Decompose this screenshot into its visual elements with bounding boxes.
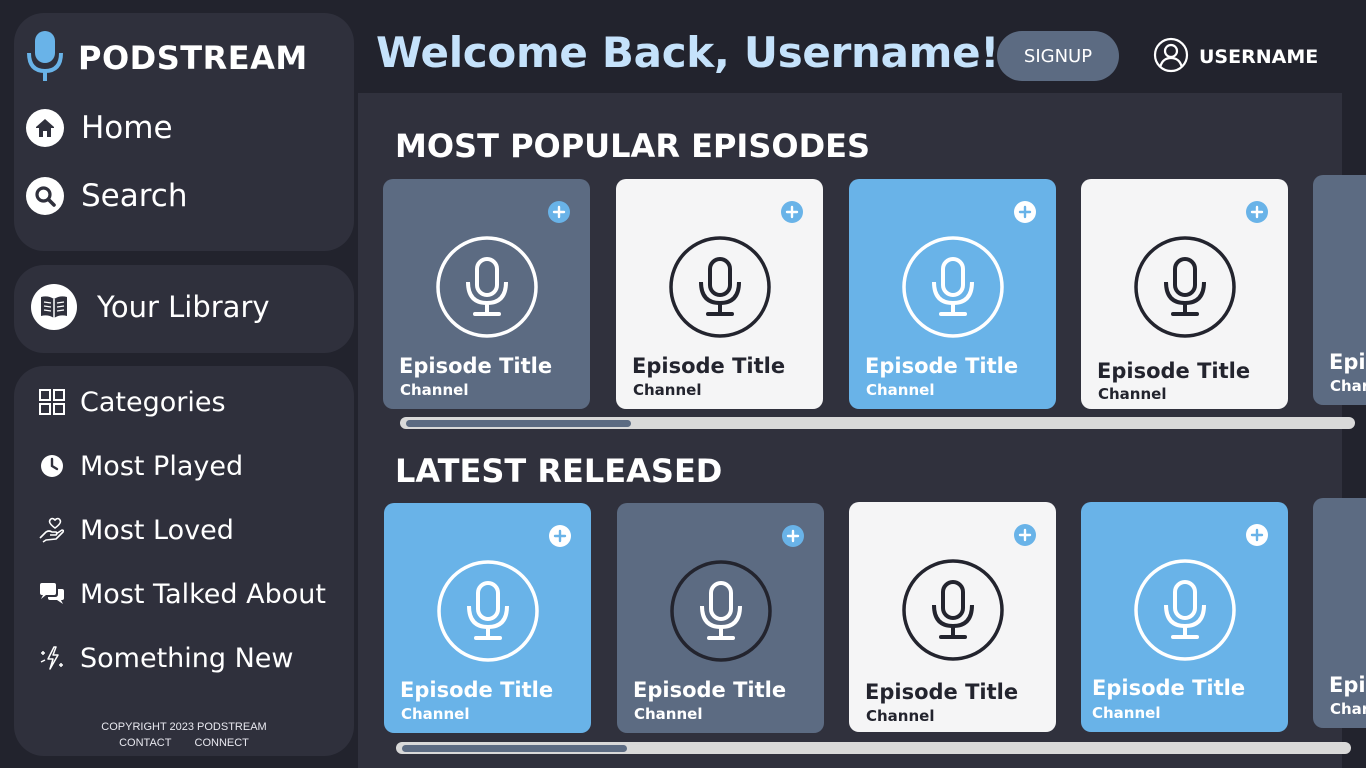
- sidebar-item-label: Search: [81, 178, 188, 214]
- sidebar-item-label: Your Library: [97, 290, 270, 324]
- grid-icon: [36, 386, 68, 418]
- sidebar-item-label: Most Talked About: [80, 578, 326, 610]
- microphone-icon: [436, 559, 540, 663]
- episode-card[interactable]: Episode Title Channel: [849, 179, 1056, 409]
- app-name: PODSTREAM: [78, 39, 308, 77]
- episode-title: Episode Title: [1092, 676, 1246, 700]
- episode-channel: Channel: [866, 381, 935, 399]
- microphone-icon: [1133, 558, 1237, 662]
- user-avatar-icon: [1153, 37, 1189, 77]
- add-icon[interactable]: [1246, 524, 1268, 546]
- episode-channel: Channel: [401, 705, 470, 723]
- sidebar-main-panel: PODSTREAM Home Search: [14, 13, 354, 251]
- episode-title: Epi: [1329, 350, 1366, 374]
- add-icon[interactable]: [782, 525, 804, 547]
- sidebar-item-most-played[interactable]: Most Played: [36, 450, 243, 482]
- microphone-logo-icon: [26, 29, 64, 87]
- connect-link[interactable]: CONNECT: [195, 737, 249, 749]
- sidebar-item-home[interactable]: Home: [26, 109, 173, 147]
- episode-card-partial[interactable]: Epi Char: [1313, 175, 1366, 405]
- sidebar-item-most-loved[interactable]: Most Loved: [36, 514, 234, 546]
- username-label: USERNAME: [1199, 46, 1319, 68]
- episode-title: Episode Title: [865, 680, 1019, 704]
- episode-card[interactable]: Episode Title Channel: [616, 179, 823, 409]
- add-icon[interactable]: [549, 525, 571, 547]
- episode-card[interactable]: Episode Title Channel: [617, 503, 824, 733]
- episode-title: Episode Title: [399, 354, 553, 378]
- horizontal-scrollbar[interactable]: [400, 417, 1355, 429]
- user-profile-button[interactable]: USERNAME: [1153, 37, 1318, 77]
- sidebar-item-label: Most Loved: [80, 514, 234, 546]
- sparkle-icon: [36, 642, 68, 674]
- app-logo[interactable]: PODSTREAM: [26, 29, 308, 87]
- search-icon: [26, 177, 64, 215]
- heart-hand-icon: [36, 514, 68, 546]
- horizontal-scrollbar[interactable]: [396, 742, 1351, 754]
- add-icon[interactable]: [1014, 201, 1036, 223]
- episode-channel: Channel: [400, 381, 469, 399]
- episode-card[interactable]: Episode Title Channel: [1081, 502, 1288, 732]
- contact-link[interactable]: CONTACT: [119, 737, 171, 749]
- episode-card[interactable]: Episode Title Channel: [384, 503, 591, 733]
- sidebar-item-most-talked-about[interactable]: Most Talked About: [36, 578, 326, 610]
- sidebar-item-library[interactable]: Your Library: [31, 284, 270, 330]
- scrollbar-thumb[interactable]: [402, 745, 627, 752]
- clock-icon: [36, 450, 68, 482]
- sidebar-item-label: Most Played: [80, 450, 244, 482]
- sidebar-item-label: Home: [81, 110, 173, 146]
- episode-card[interactable]: Episode Title Channel: [383, 179, 590, 409]
- section-title-most-popular: MOST POPULAR EPISODES: [395, 127, 871, 165]
- microphone-icon: [435, 235, 539, 339]
- episode-channel: Channel: [866, 707, 935, 725]
- episode-channel: Char: [1330, 700, 1366, 718]
- episode-channel: Channel: [633, 381, 702, 399]
- microphone-icon: [669, 559, 773, 663]
- episode-title: Episode Title: [865, 354, 1019, 378]
- episode-channel: Char: [1330, 377, 1366, 395]
- sidebar-library-panel: Your Library: [14, 265, 354, 353]
- add-icon[interactable]: [1014, 524, 1036, 546]
- sidebar-item-something-new[interactable]: Something New: [36, 642, 294, 674]
- episode-channel: Channel: [1098, 385, 1167, 403]
- sidebar-item-search[interactable]: Search: [26, 177, 188, 215]
- add-icon[interactable]: [781, 201, 803, 223]
- section-title-latest-released: LATEST RELEASED: [395, 452, 723, 490]
- sidebar-categories-panel: Categories Most Played Most Loved Most T…: [14, 366, 354, 756]
- episode-card[interactable]: Episode Title Channel: [849, 502, 1056, 732]
- microphone-icon: [901, 558, 1005, 662]
- microphone-icon: [1133, 235, 1237, 339]
- add-icon[interactable]: [548, 201, 570, 223]
- episode-channel: Channel: [634, 705, 703, 723]
- episode-card-partial[interactable]: Epi Char: [1313, 498, 1366, 728]
- copyright-text: COPYRIGHT 2023 PODSTREAM: [101, 721, 267, 733]
- episode-title: Episode Title: [400, 678, 554, 702]
- sidebar-item-label: Something New: [80, 642, 294, 674]
- add-icon[interactable]: [1246, 201, 1268, 223]
- episode-title: Episode Title: [1097, 359, 1251, 383]
- home-icon: [26, 109, 64, 147]
- episode-title: Episode Title: [633, 678, 787, 702]
- sidebar-footer: COPYRIGHT 2023 PODSTREAM CONTACT CONNECT: [14, 719, 354, 751]
- sidebar-item-label: Categories: [80, 386, 226, 418]
- episode-card[interactable]: Episode Title Channel: [1081, 179, 1288, 409]
- microphone-icon: [901, 235, 1005, 339]
- scrollbar-thumb[interactable]: [406, 420, 631, 427]
- welcome-heading: Welcome Back, Username!: [376, 28, 1000, 77]
- book-icon: [31, 284, 77, 330]
- sidebar-item-categories[interactable]: Categories: [36, 386, 226, 418]
- episode-channel: Channel: [1092, 704, 1161, 722]
- episode-title: Episode Title: [632, 354, 786, 378]
- microphone-icon: [668, 235, 772, 339]
- signup-button[interactable]: SIGNUP: [997, 31, 1119, 81]
- chat-bubbles-icon: [36, 578, 68, 610]
- episode-title: Epi: [1329, 673, 1366, 697]
